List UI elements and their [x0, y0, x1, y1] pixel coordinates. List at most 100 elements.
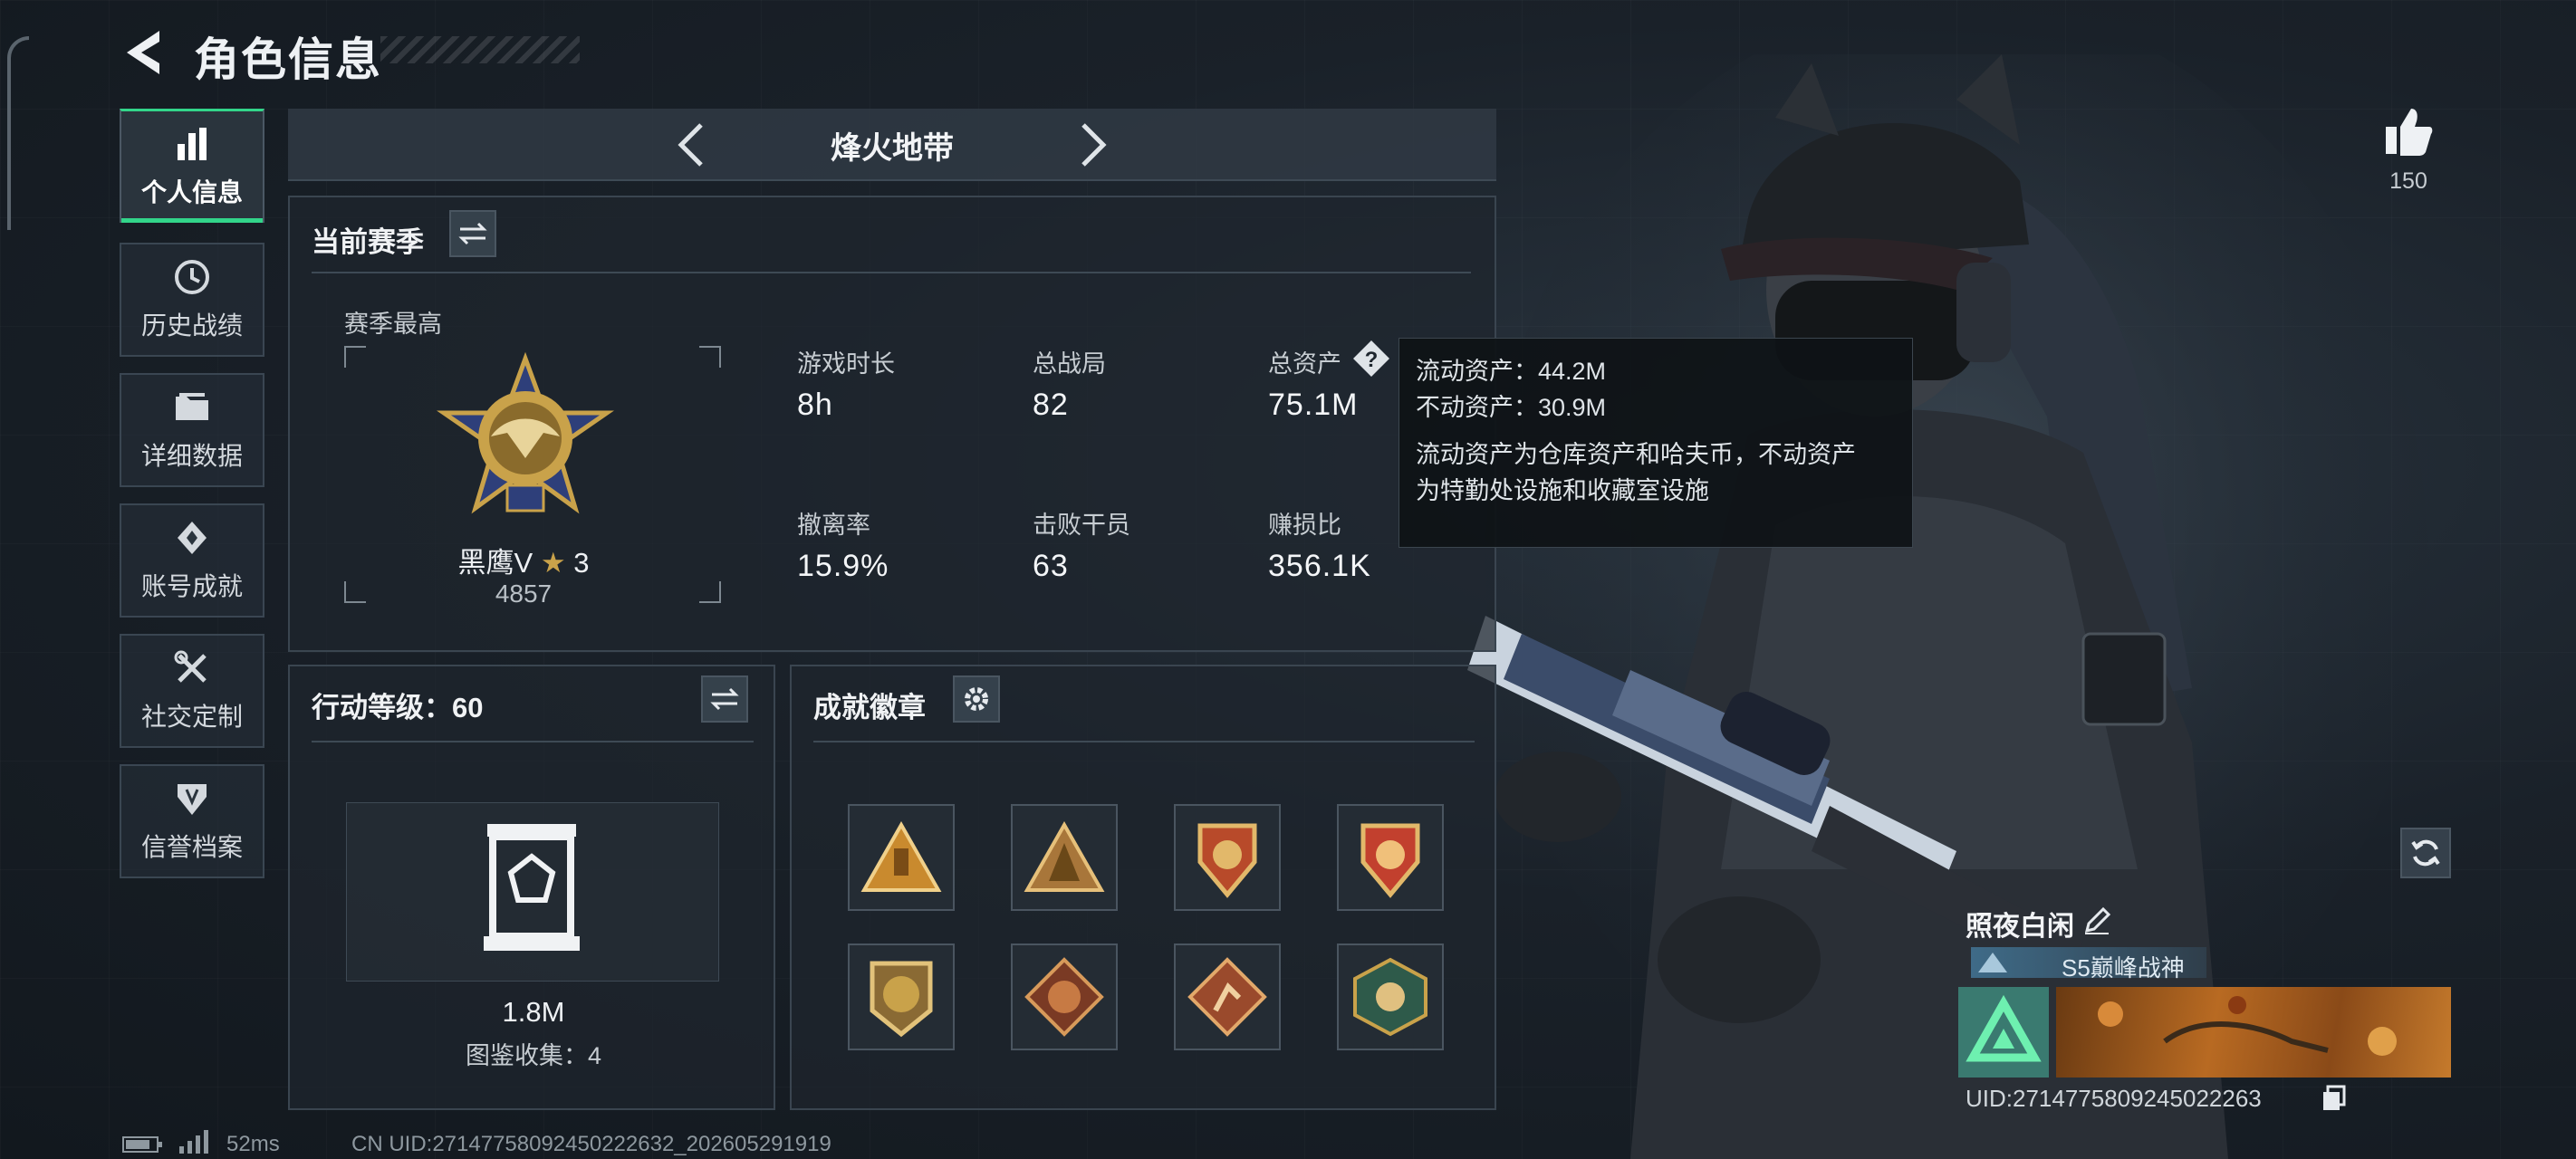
- rank-name-line: 黑鹰V ★ 3: [344, 540, 703, 580]
- gear-icon: [965, 687, 988, 711]
- player-card-banner: [2056, 987, 2451, 1078]
- badge-slot[interactable]: [1337, 804, 1444, 911]
- stat-value: 63: [1033, 549, 1069, 583]
- season-switch-button[interactable]: [449, 210, 496, 257]
- collection-value: 1.8M: [502, 996, 565, 1028]
- copy-icon[interactable]: [2321, 1085, 2348, 1112]
- sidebar-item-history[interactable]: 历史战绩: [120, 243, 264, 357]
- player-avatar[interactable]: [1958, 987, 2049, 1078]
- asset-info-help-icon[interactable]: ?: [1351, 339, 1391, 378]
- badge-slot[interactable]: [848, 943, 955, 1050]
- badges-divider: [813, 741, 1475, 742]
- autumn-leaves-decoration: [2098, 996, 2397, 1056]
- like-thumb-icon[interactable]: [2382, 105, 2435, 158]
- sidebar-item-label: 个人信息: [140, 177, 243, 206]
- page-title: 角色信息: [194, 34, 382, 85]
- stat-value: 75.1M: [1268, 388, 1359, 422]
- shield-badge-icon: [1360, 823, 1420, 898]
- action-level-title: 行动等级：60: [312, 692, 484, 723]
- rank-stars: 3: [573, 547, 590, 579]
- badge-slot[interactable]: [1174, 804, 1281, 911]
- hex-badge-icon: [1353, 957, 1427, 1037]
- tools-icon: [174, 650, 207, 683]
- stat-label: 游戏时长: [797, 350, 895, 378]
- tooltip-fixed-assets: 不动资产：30.9M: [1416, 394, 1607, 421]
- badges-title: 成就徽章: [813, 692, 926, 723]
- badges-panel: 成就徽章: [790, 665, 1496, 1110]
- stat-label: 撤离率: [797, 512, 870, 539]
- title-emblem-icon: [1978, 953, 2007, 972]
- badge-slot[interactable]: [1011, 943, 1118, 1050]
- badge-slot[interactable]: [1011, 804, 1118, 911]
- badges-settings-button[interactable]: [953, 675, 1000, 723]
- battery-icon: [122, 1136, 162, 1153]
- ping-text: 52ms: [226, 1132, 280, 1156]
- svg-text:?: ?: [1365, 348, 1379, 372]
- history-icon: [175, 260, 209, 294]
- folder-icon: [176, 393, 208, 420]
- runner-badge-icon: [1187, 957, 1267, 1037]
- delta-logo-icon: [1966, 994, 2042, 1062]
- rank-points: 4857: [495, 580, 553, 608]
- sidebar-item-details[interactable]: 详细数据: [120, 373, 264, 487]
- season-best-label: 赛季最高: [344, 311, 442, 338]
- refresh-button[interactable]: [2400, 828, 2451, 878]
- shield-badge-icon: [1197, 823, 1257, 898]
- action-level-switch-button[interactable]: [701, 675, 748, 723]
- like-count: 150: [2389, 168, 2427, 194]
- collection-cabinet-icon: [484, 824, 580, 951]
- stat-label: 总资产: [1268, 350, 1341, 378]
- tooltip-description: 流动资产为仓库资产和哈夫币，不动资产: [1416, 441, 1856, 468]
- tooltip-liquid-assets: 流动资产：44.2M: [1416, 358, 1607, 385]
- stat-value: 8h: [797, 388, 833, 422]
- rank-emblem-icon: [436, 351, 615, 514]
- next-mode-arrow-icon[interactable]: [1072, 120, 1112, 170]
- stat-label: 赚损比: [1268, 512, 1341, 539]
- season-panel: 当前赛季 赛季最高 黑鹰V ★ 3 4857 游戏时长 8h 总战局 82 总资…: [288, 196, 1496, 652]
- sidebar-item-label: 信誉档案: [140, 833, 243, 861]
- season-title: 当前赛季: [312, 226, 424, 258]
- mode-title: 烽火地带: [831, 131, 954, 166]
- edge-decoration: [7, 36, 29, 230]
- sidebar-item-credit[interactable]: 信誉档案: [120, 764, 264, 878]
- badge-slot[interactable]: [1337, 943, 1444, 1050]
- signal-icon: [179, 1130, 208, 1154]
- lion-badge-icon: [870, 961, 933, 1038]
- player-name: 照夜白闲: [1966, 912, 2074, 942]
- achievement-icon: [178, 522, 207, 554]
- action-level-divider: [312, 741, 754, 742]
- sidebar-item-label: 历史战绩: [140, 311, 243, 340]
- player-uid: UID:2714775809245022263: [1966, 1085, 2262, 1112]
- badge-slot[interactable]: [1174, 943, 1281, 1050]
- triangle-badge-icon: [1024, 821, 1105, 892]
- prev-mode-arrow-icon[interactable]: [672, 120, 712, 170]
- swap-icon: [710, 687, 739, 711]
- sidebar-item-label: 社交定制: [140, 703, 243, 731]
- action-level-panel: 行动等级：60 1.8M 图鉴收集：4: [288, 665, 775, 1110]
- status-uid: CN UID:27147758092450222632_202605291919: [351, 1132, 831, 1156]
- sidebar-item-label: 账号成就: [140, 572, 243, 600]
- season-divider: [312, 272, 1471, 273]
- refresh-icon: [2411, 839, 2440, 867]
- player-title-bar: S5巅峰战神: [1971, 947, 2206, 982]
- sidebar-item-social[interactable]: 社交定制: [120, 634, 264, 748]
- bar-chart-icon: [178, 127, 207, 160]
- star-icon: ★: [540, 547, 566, 579]
- shield-icon: [178, 784, 207, 815]
- edit-pencil-icon[interactable]: [2081, 905, 2112, 936]
- stat-label: 击败干员: [1033, 512, 1130, 539]
- title-decoration: [380, 36, 580, 63]
- asset-tooltip: 流动资产：44.2M 不动资产：30.9M 流动资产为仓库资产和哈夫币，不动资产…: [1399, 338, 1913, 548]
- stat-value: 15.9%: [797, 549, 889, 583]
- back-arrow-icon[interactable]: [118, 25, 168, 80]
- sidebar-item-personal-info[interactable]: 个人信息: [120, 109, 264, 223]
- badge-slot[interactable]: [848, 804, 955, 911]
- sidebar-item-achievements[interactable]: 账号成就: [120, 503, 264, 618]
- triangle-badge-icon: [860, 821, 942, 892]
- swap-icon: [458, 222, 487, 245]
- dragon-badge-icon: [1024, 957, 1104, 1037]
- rank-name: 黑鹰V: [457, 547, 533, 579]
- tooltip-description: 为特勤处设施和收藏室设施: [1416, 477, 1709, 504]
- player-title: S5巅峰战神: [2062, 954, 2185, 982]
- mode-selector: 烽火地带: [288, 109, 1496, 181]
